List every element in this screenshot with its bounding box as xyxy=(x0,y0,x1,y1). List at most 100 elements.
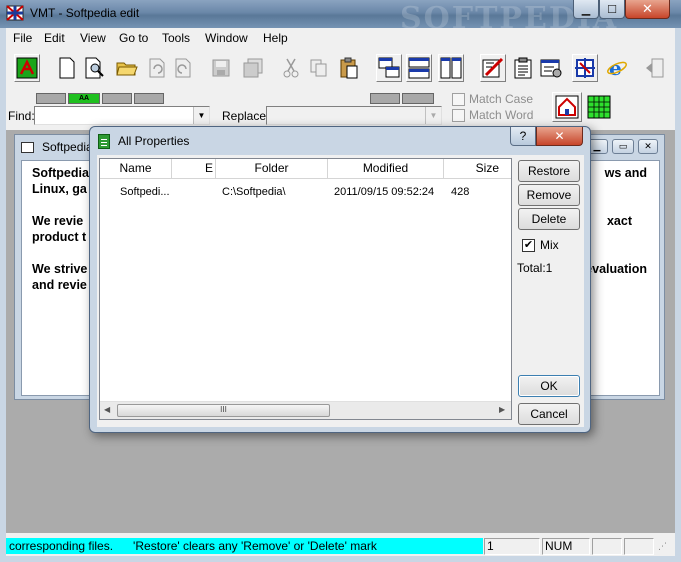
horizontal-scrollbar[interactable]: ◀ III ▶ xyxy=(100,401,511,419)
dialog-close-button[interactable]: ✕ xyxy=(536,127,583,146)
tile-vertical-button[interactable] xyxy=(438,54,464,82)
help-button[interactable]: ? xyxy=(510,127,536,146)
table-row[interactable]: Softpedi... C:\Softpedia\ 2011/09/15 09:… xyxy=(100,184,511,200)
find-option-match[interactable]: AA xyxy=(68,93,100,104)
scroll-thumb[interactable]: III xyxy=(117,404,330,417)
restore-button[interactable]: Restore xyxy=(518,160,580,182)
settings-icon xyxy=(540,59,562,78)
cut-button[interactable] xyxy=(278,54,304,82)
list-header: Name E Folder Modified Size xyxy=(100,159,511,179)
replace-combo[interactable]: ▼ xyxy=(266,106,442,125)
mix-label: Mix xyxy=(540,238,559,252)
document-icon xyxy=(98,134,110,149)
doc-line: ws and xyxy=(604,166,647,180)
column-modified[interactable]: Modified xyxy=(328,159,444,178)
total-count: Total:1 xyxy=(517,261,553,275)
row-size: 428 xyxy=(451,186,470,198)
menu-help[interactable]: Help xyxy=(263,31,288,45)
ok-button[interactable]: OK xyxy=(518,375,580,397)
internet-explorer-button[interactable]: e xyxy=(604,54,630,82)
save-button[interactable] xyxy=(208,54,234,82)
doc-line: xact xyxy=(606,214,632,228)
match-case-label: Match Case xyxy=(469,92,534,106)
dialog-title: All Properties xyxy=(118,134,190,148)
column-name[interactable]: Name xyxy=(100,159,172,178)
sync-button[interactable] xyxy=(572,54,598,82)
match-word-checkbox[interactable] xyxy=(452,109,465,122)
match-word-label: Match Word xyxy=(469,108,534,122)
row-modified: 2011/09/15 09:52:24 xyxy=(334,186,435,198)
menu-view[interactable]: View xyxy=(80,31,106,45)
new-document-button[interactable] xyxy=(54,54,80,82)
status-cell-extra2 xyxy=(624,538,654,555)
doc-line: evaluation xyxy=(585,262,647,276)
open-folder-icon xyxy=(116,62,138,76)
exit-icon xyxy=(646,58,664,78)
app-window: VMT - Softpedia edit SOFTPEDIA ▁ ☐ ✕ Fil… xyxy=(0,0,681,562)
grid-button[interactable] xyxy=(584,92,614,122)
settings-button[interactable] xyxy=(538,54,564,82)
menu-goto[interactable]: Go to xyxy=(119,31,148,45)
app-icon[interactable] xyxy=(6,5,24,21)
status-num: NUM xyxy=(542,538,590,555)
save-all-button[interactable] xyxy=(240,54,266,82)
find-option-4[interactable] xyxy=(134,93,164,104)
doc-line: product t xyxy=(32,230,87,244)
title-bar: VMT - Softpedia edit SOFTPEDIA ▁ ☐ ✕ xyxy=(0,0,681,36)
document-close-button[interactable]: ✕ xyxy=(638,139,658,154)
replace-option-2[interactable] xyxy=(402,93,434,104)
window-title: VMT - Softpedia edit xyxy=(30,6,140,20)
chevron-down-icon[interactable]: ▼ xyxy=(425,107,441,124)
doc-line: We strive xyxy=(32,262,88,276)
menu-edit[interactable]: Edit xyxy=(44,31,65,45)
paste-button[interactable] xyxy=(336,54,362,82)
menu-window[interactable]: Window xyxy=(205,31,248,45)
tile-horizontal-button[interactable] xyxy=(406,54,432,82)
find-bar: AA Find: ▼ Replace: ▼ Match Case Match W… xyxy=(6,90,675,130)
home-button[interactable] xyxy=(552,92,582,122)
app-logo-button[interactable] xyxy=(14,54,40,82)
scroll-left-icon[interactable]: ◀ xyxy=(104,405,110,414)
find-document-button[interactable] xyxy=(82,54,108,82)
maximize-button[interactable]: ☐ xyxy=(599,0,625,19)
close-button[interactable]: ✕ xyxy=(625,0,670,19)
row-folder: C:\Softpedia\ xyxy=(222,186,286,198)
find-option-1[interactable] xyxy=(36,93,66,104)
menu-file[interactable]: File xyxy=(13,31,32,45)
redo-button[interactable] xyxy=(170,54,196,82)
column-size[interactable]: Size xyxy=(444,159,511,178)
find-option-3[interactable] xyxy=(102,93,132,104)
document-maximize-button[interactable]: ▭ xyxy=(612,139,634,154)
column-folder[interactable]: Folder xyxy=(216,159,328,178)
match-case-checkbox[interactable] xyxy=(452,93,465,106)
status-message: corresponding files. 'Restore' clears an… xyxy=(6,538,483,554)
find-combo[interactable]: ▼ xyxy=(34,106,210,125)
status-bar: corresponding files. 'Restore' clears an… xyxy=(6,537,675,556)
file-list[interactable]: Name E Folder Modified Size Softpedi... … xyxy=(99,158,512,420)
close-icon: ✕ xyxy=(642,1,653,16)
scroll-right-icon[interactable]: ▶ xyxy=(499,405,505,414)
chevron-down-icon[interactable]: ▼ xyxy=(193,107,209,124)
status-line: 1 xyxy=(484,538,540,555)
document-icon xyxy=(21,142,34,153)
cascade-windows-button[interactable] xyxy=(376,54,402,82)
menu-tools[interactable]: Tools xyxy=(162,31,190,45)
document-list-button[interactable] xyxy=(510,54,536,82)
mix-checkbox[interactable]: ✔ xyxy=(522,239,535,252)
cancel-button[interactable]: Cancel xyxy=(518,403,580,425)
minimize-button[interactable]: ▁ xyxy=(573,0,599,19)
replace-option-1[interactable] xyxy=(370,93,400,104)
status-cell-extra1 xyxy=(592,538,622,555)
close-icon: ✕ xyxy=(554,129,565,143)
delete-button[interactable]: Delete xyxy=(518,208,580,230)
properties-button[interactable] xyxy=(480,54,506,82)
tile-horizontal-icon xyxy=(408,57,430,79)
doc-line: Linux, ga xyxy=(32,182,87,196)
undo-button[interactable] xyxy=(144,54,170,82)
exit-button[interactable] xyxy=(642,54,668,82)
open-folder-button[interactable] xyxy=(114,54,140,82)
copy-button[interactable] xyxy=(306,54,332,82)
resize-grip-icon[interactable]: ⋰ xyxy=(658,541,667,552)
column-ext[interactable]: E xyxy=(172,159,216,178)
remove-button[interactable]: Remove xyxy=(518,184,580,206)
